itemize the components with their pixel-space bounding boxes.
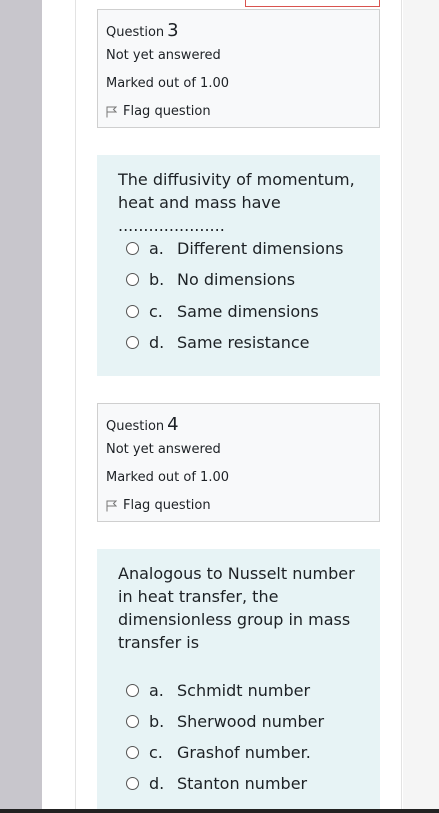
radio-button[interactable] (126, 776, 139, 790)
question-grade: Marked out of 1.00 (106, 470, 230, 485)
option-text: Sherwood number (177, 711, 325, 731)
answer-option-d[interactable]: d. Stanton number (126, 772, 307, 794)
page-border-right (401, 0, 402, 813)
question-text-line: dimensionless group in mass (118, 610, 351, 629)
flag-icon (106, 106, 117, 117)
option-text: Same dimensions (177, 301, 319, 321)
option-text: No dimensions (177, 269, 296, 289)
question-number-value: 4 (167, 414, 179, 435)
option-text: Schmidt number (177, 680, 311, 700)
radio-button[interactable] (126, 241, 139, 255)
option-text: Same resistance (177, 332, 310, 352)
right-gutter (403, 0, 439, 813)
radio-button[interactable] (126, 272, 139, 286)
question-text: Analogous to Nusselt number in heat tran… (118, 562, 363, 654)
question-label: Question (106, 419, 165, 434)
left-gutter (0, 0, 42, 813)
question-info-4: Question 4 Not yet answered Marked out of… (97, 403, 380, 522)
flag-question-label: Flag question (123, 498, 211, 513)
question-number: Question 3 (106, 20, 179, 41)
radio-button[interactable] (126, 335, 139, 349)
flag-icon (106, 500, 117, 511)
radio-button[interactable] (126, 683, 139, 697)
question-state: Not yet answered (106, 442, 221, 457)
radio-button[interactable] (126, 304, 139, 318)
question-label: Question (106, 25, 165, 40)
question-number-value: 3 (167, 20, 179, 41)
question-content-3: The diffusivity of momentum, heat and ma… (97, 155, 380, 376)
flag-question-link[interactable]: Flag question (106, 104, 211, 119)
radio-button[interactable] (126, 745, 139, 759)
option-letter: d. (149, 773, 165, 793)
option-text: Grashof number. (177, 742, 311, 762)
answer-option-d[interactable]: d. Same resistance (126, 331, 310, 353)
answer-option-a[interactable]: a. Schmidt number (126, 679, 310, 701)
previous-element-edge (245, 0, 380, 7)
flag-question-link[interactable]: Flag question (106, 498, 211, 513)
option-letter: b. (149, 269, 165, 289)
question-text: The diffusivity of momentum, heat and ma… (118, 168, 363, 237)
question-text-line: transfer is (118, 633, 200, 652)
option-letter: a. (149, 238, 164, 258)
option-text: Different dimensions (177, 238, 344, 258)
answer-option-a[interactable]: a. Different dimensions (126, 237, 343, 259)
answer-option-b[interactable]: b. Sherwood number (126, 710, 324, 732)
option-letter: a. (149, 680, 164, 700)
question-state: Not yet answered (106, 48, 221, 63)
question-text-line: heat and mass have ..................... (118, 193, 281, 235)
question-info-3: Question 3 Not yet answered Marked out of… (97, 9, 380, 128)
bottom-edge (0, 809, 439, 813)
question-number: Question 4 (106, 414, 179, 435)
question-text-line: The diffusivity of momentum, (118, 170, 355, 189)
answer-option-c[interactable]: c. Grashof number. (126, 741, 311, 763)
question-text-line: in heat transfer, the (118, 587, 279, 606)
question-text-line: Analogous to Nusselt number (118, 564, 355, 583)
option-letter: d. (149, 332, 165, 352)
question-content-4: Analogous to Nusselt number in heat tran… (97, 549, 380, 813)
option-text: Stanton number (177, 773, 308, 793)
question-grade: Marked out of 1.00 (106, 76, 230, 91)
answer-option-b[interactable]: b. No dimensions (126, 268, 295, 290)
page-border-left (75, 0, 76, 813)
option-letter: c. (149, 742, 163, 762)
answer-option-c[interactable]: c. Same dimensions (126, 300, 319, 322)
option-letter: b. (149, 711, 165, 731)
option-letter: c. (149, 301, 163, 321)
radio-button[interactable] (126, 714, 139, 728)
flag-question-label: Flag question (123, 104, 211, 119)
